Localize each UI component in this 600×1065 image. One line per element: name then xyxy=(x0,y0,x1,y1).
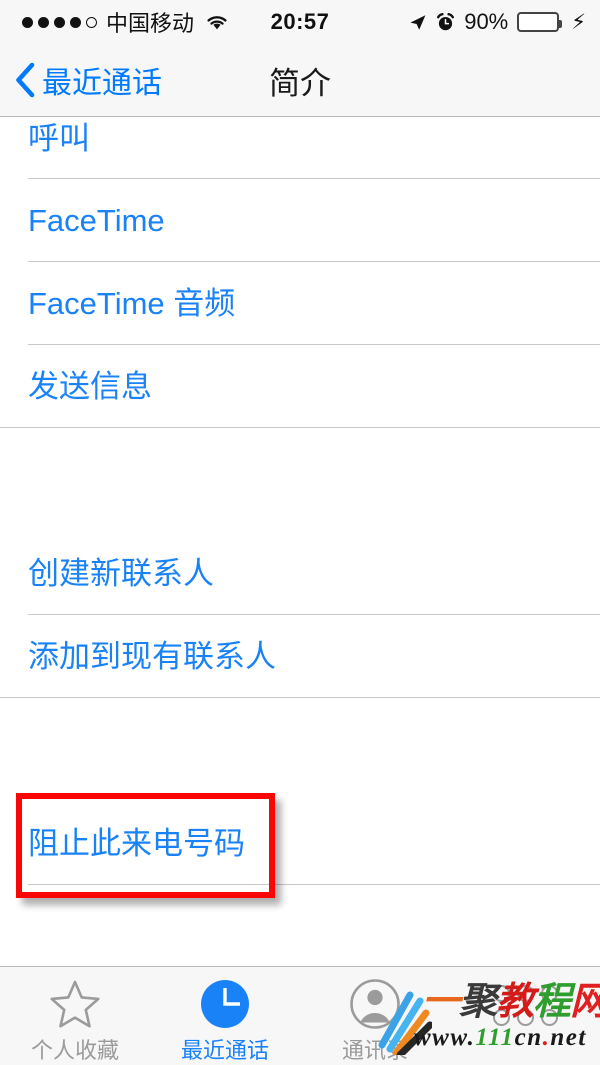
battery-icon xyxy=(517,12,563,32)
group-gap xyxy=(0,428,600,532)
battery-percent-label: 90% xyxy=(464,9,509,34)
list-item-facetime-audio[interactable]: FaceTime 音频 xyxy=(0,262,600,344)
status-bar-right: 90% ⚡ xyxy=(408,0,586,44)
tab-keypad[interactable] xyxy=(450,967,600,1065)
status-bar: 中国移动 20:57 90% ⚡ xyxy=(0,0,600,44)
list-item-label: FaceTime 音频 xyxy=(28,285,236,321)
list-item-send-message[interactable]: 发送信息 xyxy=(0,345,600,427)
back-button[interactable]: 最近通话 xyxy=(14,44,162,116)
tab-favorites[interactable]: 个人收藏 xyxy=(0,967,150,1065)
list-item-add-to-existing-contact[interactable]: 添加到现有联系人 xyxy=(0,615,600,697)
alarm-clock-icon xyxy=(436,12,455,32)
location-arrow-icon xyxy=(408,13,427,32)
person-circle-icon xyxy=(350,978,400,1029)
list-item-label: 发送信息 xyxy=(28,368,152,404)
tab-bar: 个人收藏 最近通话 通讯录 xyxy=(0,966,600,1065)
keypad-icon xyxy=(492,978,558,1032)
status-bar-clock: 20:57 xyxy=(270,9,330,34)
tab-label: 最近通话 xyxy=(180,1038,269,1063)
list-item-create-new-contact[interactable]: 创建新联系人 xyxy=(0,532,600,614)
tab-label: 通讯录 xyxy=(341,1038,408,1063)
list-item-label: 创建新联系人 xyxy=(28,555,214,591)
list-item-label: 阻止此来电号码 xyxy=(28,825,245,861)
list-item-facetime[interactable]: FaceTime xyxy=(0,179,600,261)
back-button-label: 最近通话 xyxy=(42,67,162,100)
tab-contacts[interactable]: 通讯录 xyxy=(300,967,450,1065)
separator xyxy=(28,884,600,885)
tab-recents[interactable]: 最近通话 xyxy=(150,967,300,1065)
content-scroll-area[interactable]: 呼叫 FaceTime FaceTime 音频 发送信息 创建新联系人 添加到现… xyxy=(0,117,600,966)
lightning-bolt-icon: ⚡ xyxy=(571,10,586,34)
list-item-block-caller[interactable]: 阻止此来电号码 xyxy=(0,802,600,884)
block-group: 阻止此来电号码 xyxy=(0,802,600,885)
group-gap xyxy=(0,698,600,802)
list-item-label: 添加到现有联系人 xyxy=(28,638,276,674)
clock-icon xyxy=(200,978,250,1029)
tab-label: 个人收藏 xyxy=(30,1038,119,1063)
navigation-bar: 最近通话 简介 xyxy=(0,44,600,117)
list-item-label: FaceTime xyxy=(28,202,165,238)
star-icon xyxy=(49,978,101,1029)
chevron-left-icon xyxy=(14,62,36,98)
contact-group: 创建新联系人 添加到现有联系人 xyxy=(0,532,600,698)
list-item-call[interactable]: 呼叫 xyxy=(0,117,600,178)
actions-group: 呼叫 FaceTime FaceTime 音频 发送信息 xyxy=(0,117,600,428)
phone-screen: 中国移动 20:57 90% ⚡ 最近通话 简介 呼叫 FaceTime Fac… xyxy=(0,0,600,1065)
list-item-label: 呼叫 xyxy=(28,121,90,156)
